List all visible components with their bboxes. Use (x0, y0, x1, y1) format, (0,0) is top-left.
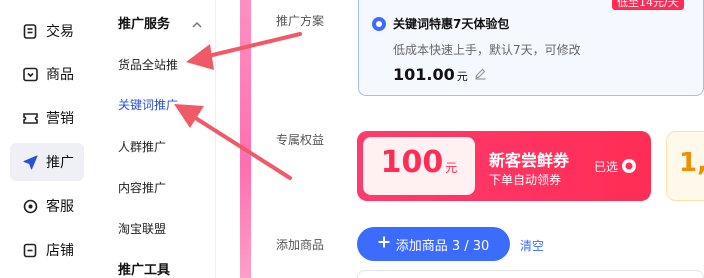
annotation-arrows (174, 32, 302, 180)
arrow-to-keyword-icon (174, 104, 292, 180)
arrow-to-full-site-icon (186, 32, 302, 70)
